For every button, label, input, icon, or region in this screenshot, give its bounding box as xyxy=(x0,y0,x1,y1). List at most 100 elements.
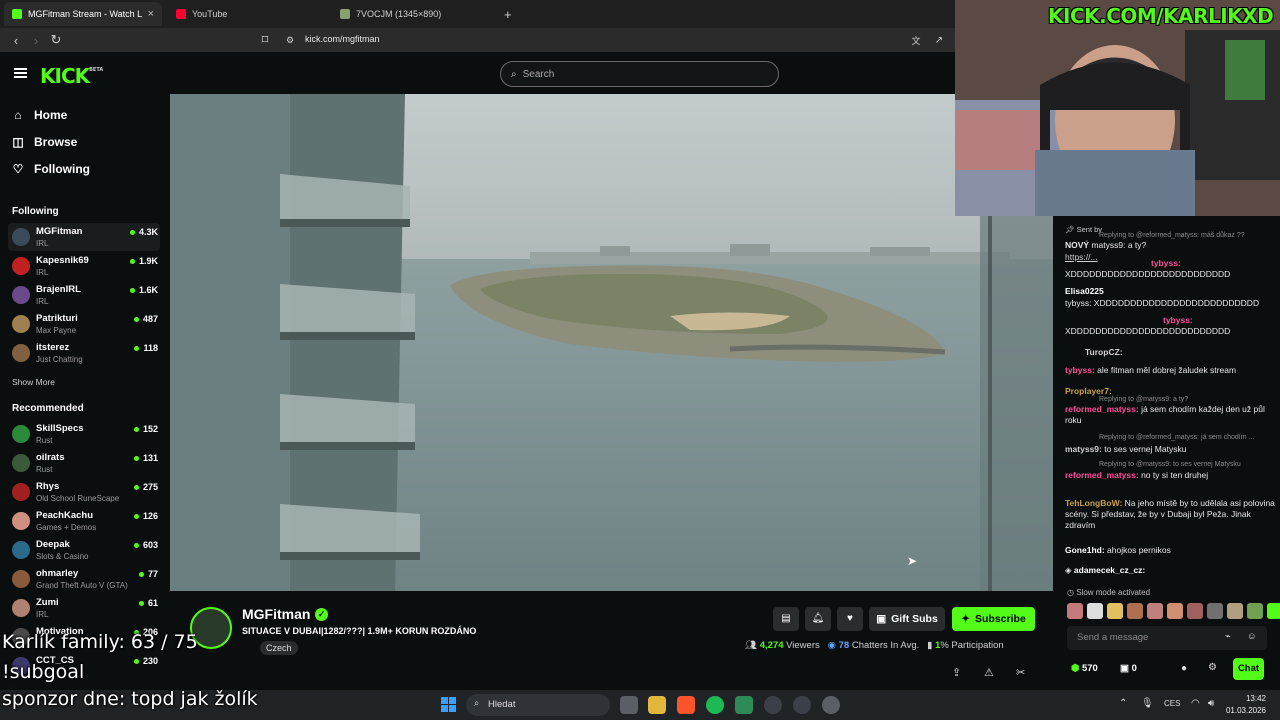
channel-item-skillspecs[interactable]: SkillSpecs Rust 152 xyxy=(8,420,160,448)
menu-icon[interactable] xyxy=(14,68,27,78)
command-icon[interactable]: ⌁ xyxy=(1225,631,1231,642)
show-more-link[interactable]: Show More xyxy=(12,377,55,387)
emote-icon[interactable] xyxy=(1267,603,1280,619)
spotify-icon[interactable] xyxy=(706,696,724,714)
chat-message[interactable]: reformed_matyss: já sem chodím každej de… xyxy=(1065,404,1277,426)
search-input[interactable]: ⌕ Search xyxy=(500,61,779,87)
taskbar-clock[interactable]: 13:42 01.03.2026 xyxy=(1226,693,1266,717)
gift-subs-button[interactable]: ▣ Gift Subs xyxy=(869,607,945,631)
forward-arrow-icon[interactable]: › xyxy=(26,33,46,48)
channel-item-oilrats[interactable]: oilrats Rust 131 xyxy=(8,449,160,477)
tab-youtube[interactable]: YouTube xyxy=(168,2,326,26)
chat-message[interactable]: reformed_matyss: no ty si ten druhej xyxy=(1065,470,1277,481)
follow-button[interactable]: ♥ xyxy=(837,607,863,631)
channel-item-rhys[interactable]: Rhys Old School RuneScape 275 xyxy=(8,478,160,506)
task-view-icon[interactable] xyxy=(620,696,638,714)
app-icon[interactable] xyxy=(764,696,782,714)
emote-icon[interactable] xyxy=(1147,603,1163,619)
emote-icon[interactable] xyxy=(1067,603,1083,619)
share-icon[interactable]: ⇪ xyxy=(952,666,961,679)
emoji-icon[interactable]: ☺ xyxy=(1247,631,1257,642)
microphone-icon[interactable]: 🎙︎ xyxy=(1141,698,1154,709)
send-chat-button[interactable]: Chat xyxy=(1233,658,1264,680)
chat-user[interactable]: TehLongBoW: xyxy=(1065,498,1122,508)
tab-image[interactable]: 7VOCJM (1345×890) xyxy=(332,2,492,26)
points-balance[interactable]: ⬢ 570 xyxy=(1071,663,1098,674)
new-tab-button[interactable]: + xyxy=(496,2,520,26)
chat-message[interactable]: Gone1hd: ahojkos pernikos xyxy=(1065,545,1277,556)
brave-browser-icon[interactable] xyxy=(677,696,695,714)
chat-message[interactable]: Elisa0225 xyxy=(1065,286,1277,297)
chat-user[interactable]: adamecek_cz_cz: xyxy=(1074,565,1145,575)
taskbar-search[interactable]: ⌕ Hledat xyxy=(466,694,610,716)
channel-item-deepak[interactable]: Deepak Slots & Casino 603 xyxy=(8,536,160,564)
emote-icon[interactable] xyxy=(1227,603,1243,619)
sidebar-item-browse[interactable]: ◫ Browse xyxy=(12,135,77,149)
sidebar-item-following[interactable]: ♡ Following xyxy=(12,162,90,176)
emote-icon[interactable] xyxy=(1247,603,1263,619)
report-icon[interactable]: ⚠ xyxy=(984,666,994,679)
emote-icon[interactable] xyxy=(1107,603,1123,619)
chat-user[interactable]: tybyss: xyxy=(1163,315,1193,325)
translate-icon[interactable]: 文 xyxy=(906,34,926,47)
reload-icon[interactable]: ↻ xyxy=(46,32,66,48)
chat-message-input[interactable]: Send a message ⌁ ☺ xyxy=(1067,626,1267,650)
gift-counter[interactable]: ▣ 0 xyxy=(1120,663,1137,674)
emote-icon[interactable] xyxy=(1127,603,1143,619)
clip-icon[interactable]: ✂ xyxy=(1016,666,1025,679)
share-icon[interactable]: ↗ xyxy=(929,35,949,46)
close-icon[interactable]: × xyxy=(148,8,154,20)
notification-button[interactable]: 🔔︎ xyxy=(805,607,831,631)
chat-message[interactable]: matyss9: to ses vernej Matysku xyxy=(1065,444,1277,455)
spreadsheet-app-icon[interactable] xyxy=(735,696,753,714)
chat-user[interactable]: Gone1hd: xyxy=(1065,545,1105,555)
chat-user[interactable]: tybyss: xyxy=(1151,258,1181,268)
wifi-icon[interactable]: ◠ xyxy=(1191,698,1200,709)
file-explorer-icon[interactable] xyxy=(648,696,666,714)
channel-item-patrikturi[interactable]: Patrikturi Max Payne 487 xyxy=(8,310,160,338)
app-icon[interactable] xyxy=(793,696,811,714)
chat-message[interactable]: tybyss: xyxy=(1151,258,1271,269)
tab-kick[interactable]: MGFitman Stream - Watch Live o × xyxy=(4,2,162,26)
chat-message[interactable]: TehLongBoW: Na jeho místě by to udělala … xyxy=(1065,498,1277,531)
chat-bubble-icon[interactable]: ● xyxy=(1181,663,1187,674)
windows-start-icon[interactable] xyxy=(441,697,456,712)
chevron-up-icon[interactable]: ⌃ xyxy=(1119,698,1127,709)
streamer-name[interactable]: MGFitman xyxy=(242,606,310,622)
site-info-icon[interactable]: ⚙ xyxy=(280,35,300,46)
theater-mode-button[interactable]: ▤ xyxy=(773,607,799,631)
chat-user[interactable]: NOVÝ xyxy=(1065,240,1089,250)
channel-item-mgfitman[interactable]: MGFitman IRL 4.3K xyxy=(8,223,160,251)
channel-item-kapesnik69[interactable]: Kapesnik69 IRL 1.9K xyxy=(8,252,160,280)
video-player[interactable]: ➤ xyxy=(170,94,1053,591)
emote-icon[interactable] xyxy=(1207,603,1223,619)
emote-icon[interactable] xyxy=(1087,603,1103,619)
sidebar-item-home[interactable]: ⌂ Home xyxy=(12,108,67,122)
app-icon[interactable] xyxy=(822,696,840,714)
channel-item-peachkachu[interactable]: PeachKachu Games + Demos 126 xyxy=(8,507,160,535)
language-indicator[interactable]: CES xyxy=(1164,699,1180,708)
url-text[interactable]: kick.com/mgfitman xyxy=(305,34,380,44)
subscribe-button[interactable]: ✦ Subscribe xyxy=(952,607,1035,631)
chat-message[interactable]: tybyss: xyxy=(1163,315,1273,326)
channel-item-itsterez[interactable]: itsterez Just Chatting 118 xyxy=(8,339,160,367)
language-tag[interactable]: Czech xyxy=(260,641,298,655)
gear-icon[interactable]: ⚙ xyxy=(1208,662,1217,673)
channel-item-ohmarley[interactable]: ohmarley Grand Theft Auto V (GTA) 77 xyxy=(8,565,160,593)
volume-icon[interactable]: 🔊︎ xyxy=(1208,698,1214,709)
channel-item-zumi[interactable]: Zumi IRL 61 xyxy=(8,594,160,622)
bookmark-icon[interactable]: ⌑ xyxy=(255,32,275,48)
chat-message[interactable]: NOVÝ matyss9: a ty? xyxy=(1065,240,1277,251)
chat-user[interactable]: reformed_matyss: xyxy=(1065,470,1139,480)
chat-message[interactable]: ◈ adamecek_cz_cz: xyxy=(1065,565,1277,576)
chat-user[interactable]: reformed_matyss: xyxy=(1065,404,1139,414)
emote-icon[interactable] xyxy=(1167,603,1183,619)
chat-message[interactable]: TuropCZ: xyxy=(1085,347,1280,358)
emote-icon[interactable] xyxy=(1187,603,1203,619)
chat-message[interactable]: tybyss: ale fitman měl dobrej žaludek st… xyxy=(1065,365,1277,376)
chat-user[interactable]: matyss9: xyxy=(1065,444,1102,454)
chat-user[interactable]: tybyss: xyxy=(1065,365,1095,375)
chat-user[interactable]: TuropCZ: xyxy=(1085,347,1123,357)
kick-logo[interactable]: KICKBETA xyxy=(40,64,103,88)
back-arrow-icon[interactable]: ‹ xyxy=(6,33,26,48)
